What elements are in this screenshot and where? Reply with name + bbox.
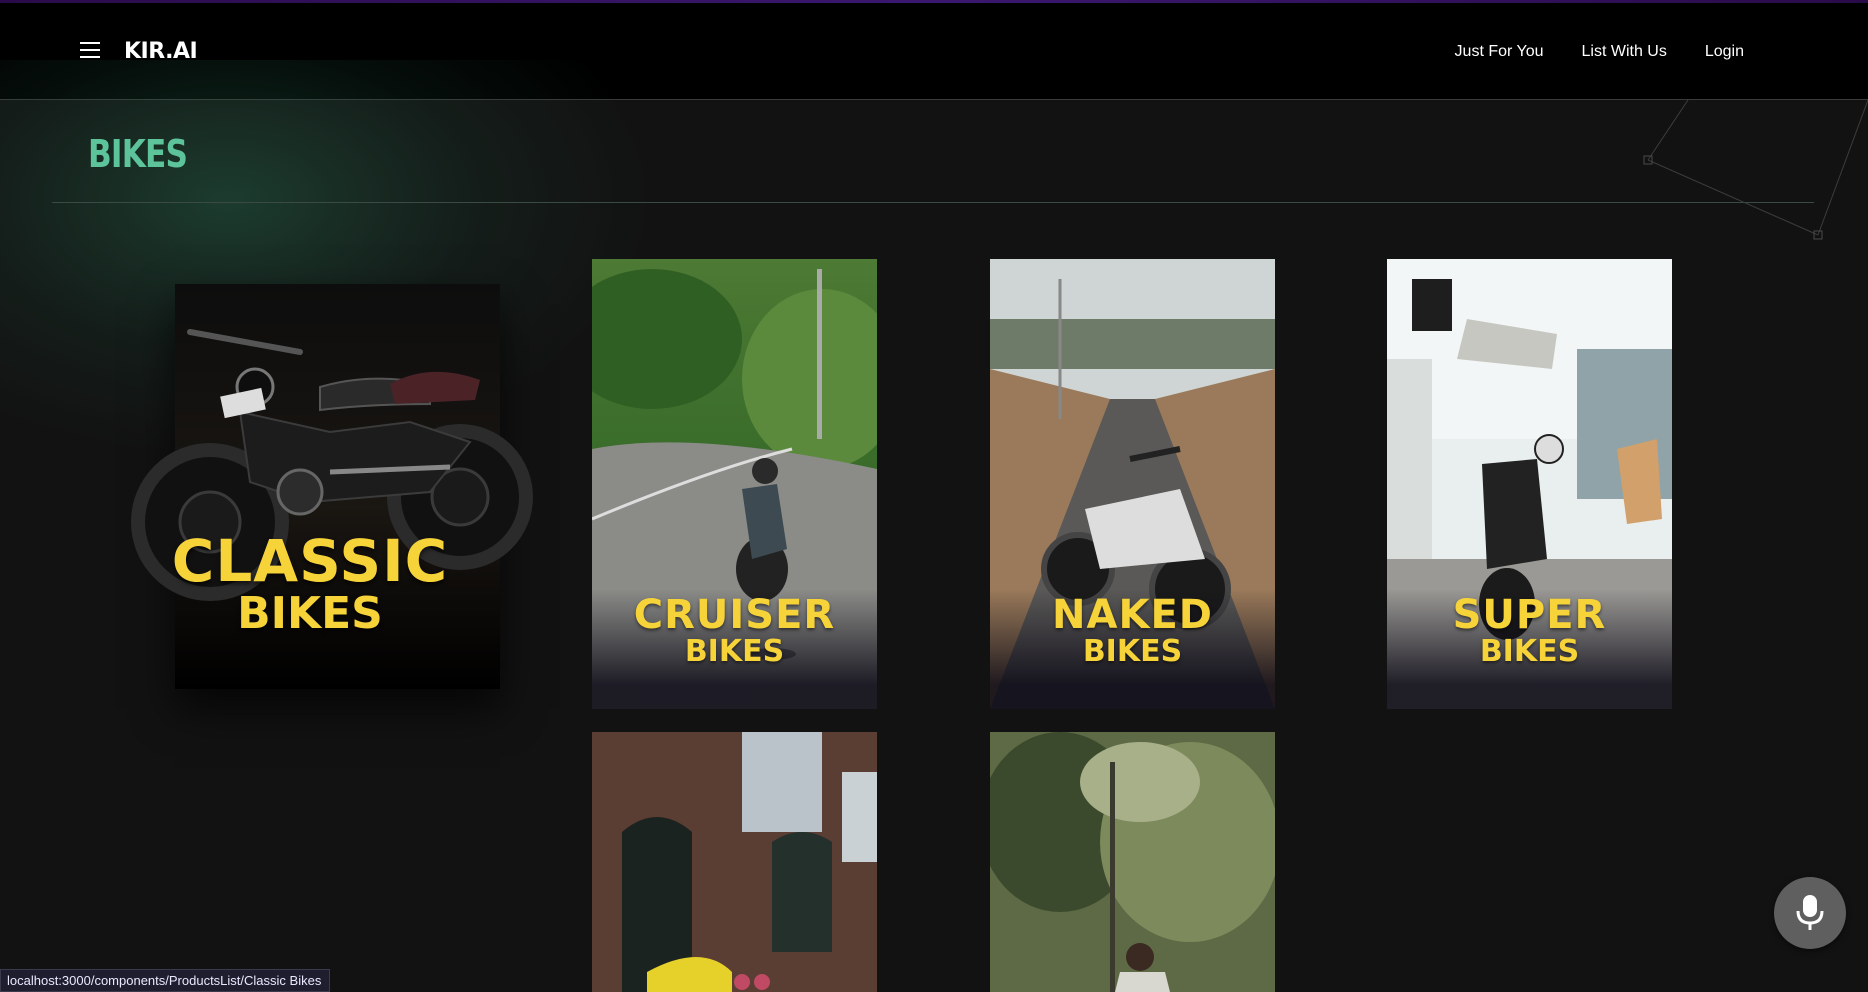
super-label-line2: BIKES <box>1479 634 1580 669</box>
hamburger-menu-icon[interactable] <box>80 41 102 59</box>
status-bar-url: localhost:3000/components/ProductsList/C… <box>0 969 331 992</box>
microphone-button[interactable] <box>1774 877 1846 949</box>
title-divider <box>52 202 1814 203</box>
nav-login[interactable]: Login <box>1705 43 1744 61</box>
naked-label-line1: NAKED <box>1052 592 1213 638</box>
category-card-naked[interactable]: NAKED BIKES <box>990 259 1275 709</box>
nav-links: Just For You List With Us Login <box>1455 43 1744 61</box>
classic-card-label: CLASSIC BIKES <box>130 532 490 636</box>
category-card-super[interactable]: SUPER BIKES <box>1387 259 1672 709</box>
classic-label-line2: BIKES <box>237 588 383 639</box>
logo[interactable]: KIR.AI <box>124 39 198 64</box>
category-card-cruiser[interactable]: CRUISER BIKES <box>592 259 877 709</box>
microphone-icon <box>1796 895 1824 930</box>
category-card-6[interactable] <box>990 732 1275 992</box>
brick-building-bike-image <box>592 732 877 992</box>
top-navbar: KIR.AI Just For You List With Us Login <box>0 3 1868 100</box>
classic-label-line1: CLASSIC <box>171 527 449 595</box>
category-card-classic[interactable]: CLASSIC BIKES <box>130 282 540 702</box>
nav-list-with-us[interactable]: List With Us <box>1582 43 1667 61</box>
super-card-label: SUPER BIKES <box>1387 595 1672 667</box>
page-title: BIKES <box>88 132 188 176</box>
category-card-5[interactable] <box>592 732 877 992</box>
cruiser-card-label: CRUISER BIKES <box>592 595 877 667</box>
nav-just-for-you[interactable]: Just For You <box>1455 43 1544 61</box>
decorative-lines <box>1643 100 1868 240</box>
forest-bike-image <box>990 732 1275 992</box>
cruiser-label-line1: CRUISER <box>633 592 836 638</box>
naked-card-label: NAKED BIKES <box>990 595 1275 667</box>
super-label-line1: SUPER <box>1452 592 1607 638</box>
naked-label-line2: BIKES <box>1082 634 1183 669</box>
cruiser-label-line2: BIKES <box>684 634 785 669</box>
